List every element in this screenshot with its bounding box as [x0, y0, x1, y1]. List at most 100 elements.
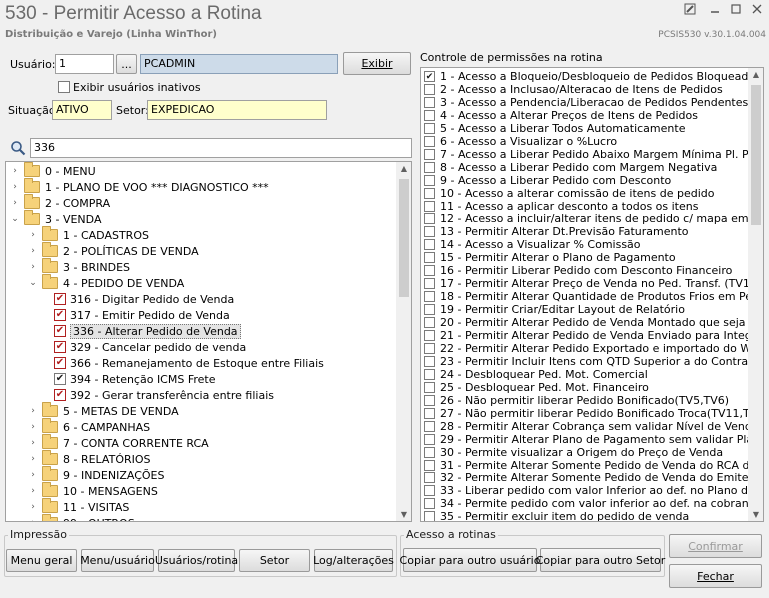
- tree-item[interactable]: ⌄ 4 - PEDIDO DE VENDA: [28, 274, 184, 291]
- permission-item[interactable]: 22 - Permitir Alterar Pedido Exportado e…: [424, 342, 763, 355]
- permission-item[interactable]: 10 - Acesso a alterar comissão de itens …: [424, 187, 715, 200]
- routine-checkbox[interactable]: ✔: [54, 293, 66, 305]
- tree-item[interactable]: › 2 - POLÍTICAS DE VENDA: [28, 242, 199, 259]
- tree-scrollbar[interactable]: ▲ ▼: [396, 162, 411, 521]
- permission-checkbox[interactable]: [424, 433, 435, 445]
- chevron-right-icon[interactable]: ›: [28, 502, 38, 512]
- log-alteracoes-button[interactable]: Log/alterações: [313, 549, 394, 572]
- permission-item[interactable]: 14 - Acesso a Visualizar % Comissão: [424, 238, 641, 251]
- permission-item[interactable]: 35 - Permitir excluir item do pedido de …: [424, 510, 689, 521]
- permission-checkbox[interactable]: [424, 291, 435, 303]
- permission-item[interactable]: 12 - Acesso a incluir/alterar itens de p…: [424, 212, 763, 225]
- permission-item[interactable]: 11 - Acesso a aplicar desconto a todos o…: [424, 200, 698, 213]
- routine-checkbox[interactable]: ✔: [54, 325, 66, 337]
- permission-item[interactable]: 32 - Permite Alterar Somente Pedido de V…: [424, 471, 763, 484]
- permission-item[interactable]: 8 - Acesso a Liberar Pedido com Margem N…: [424, 161, 717, 174]
- chevron-right-icon[interactable]: ›: [28, 406, 38, 416]
- permission-item[interactable]: 27 - Não permitir liberar Pedido Bonific…: [424, 407, 763, 420]
- routine-checkbox[interactable]: ✔: [54, 373, 66, 385]
- chevron-right-icon[interactable]: ›: [10, 166, 20, 176]
- permission-item[interactable]: 24 - Desbloquear Ped. Mot. Comercial: [424, 368, 648, 381]
- permission-checkbox[interactable]: [424, 148, 435, 160]
- permission-item[interactable]: 34 - Permite pedido com valor inferior a…: [424, 497, 761, 510]
- usuario-code-input[interactable]: 1: [55, 54, 114, 74]
- permission-checkbox[interactable]: [424, 381, 435, 393]
- permission-item[interactable]: 4 - Acesso a Alterar Preços de Itens de …: [424, 109, 698, 122]
- permission-item[interactable]: 21 - Permitir Alterar Pedido de Venda En…: [424, 329, 763, 342]
- permission-item[interactable]: 26 - Não permitir liberar Pedido Bonific…: [424, 394, 729, 407]
- menu-usuario-button[interactable]: Menu/usuário: [80, 549, 155, 572]
- routine-checkbox[interactable]: ✔: [54, 389, 66, 401]
- fechar-button[interactable]: Fechar: [669, 564, 762, 588]
- tree-item[interactable]: › 11 - VISITAS: [28, 498, 129, 515]
- permissions-list[interactable]: ✔ 1 - Acesso a Bloqueio/Desbloqueio de Pe…: [420, 67, 764, 522]
- scroll-down-icon[interactable]: ▼: [396, 510, 411, 519]
- chevron-right-icon[interactable]: ›: [28, 518, 38, 521]
- permission-item[interactable]: 13 - Permitir Alterar Dt.Previsão Fatura…: [424, 225, 689, 238]
- routine-checkbox[interactable]: ✔: [54, 309, 66, 321]
- menu-geral-button[interactable]: Menu geral: [6, 549, 77, 572]
- permission-item[interactable]: 15 - Permitir Alterar o Plano de Pagamen…: [424, 251, 676, 264]
- chevron-right-icon[interactable]: ›: [28, 454, 38, 464]
- permission-checkbox[interactable]: [424, 459, 435, 471]
- permission-checkbox[interactable]: [424, 485, 435, 497]
- search-input[interactable]: 336: [30, 138, 412, 158]
- tree-item[interactable]: › 7 - CONTA CORRENTE RCA: [28, 434, 209, 451]
- permission-item[interactable]: 30 - Permite visualizar a Origem do Preç…: [424, 446, 723, 459]
- permission-checkbox[interactable]: [424, 252, 435, 264]
- permission-checkbox[interactable]: [424, 420, 435, 432]
- chevron-right-icon[interactable]: ›: [28, 246, 38, 256]
- permission-checkbox[interactable]: [424, 135, 435, 147]
- setor-button[interactable]: Setor: [239, 549, 310, 572]
- tree-item[interactable]: ✔ 336 - Alterar Pedido de Venda: [46, 323, 241, 339]
- permission-item[interactable]: 9 - Acesso a Liberar Pedido com Desconto: [424, 174, 671, 187]
- tree-item[interactable]: ✔ 392 - Gerar transferência entre filiais: [46, 387, 274, 403]
- permission-checkbox[interactable]: [424, 200, 435, 212]
- chevron-right-icon[interactable]: ›: [28, 422, 38, 432]
- confirmar-button[interactable]: Confirmar: [669, 534, 762, 558]
- permission-checkbox[interactable]: [424, 446, 435, 458]
- permission-checkbox[interactable]: [424, 394, 435, 406]
- permission-checkbox[interactable]: [424, 96, 435, 108]
- scroll-down-icon[interactable]: ▼: [748, 510, 763, 519]
- permission-item[interactable]: 29 - Permitir Alterar Plano de Pagamento…: [424, 433, 763, 446]
- permission-checkbox[interactable]: [424, 498, 435, 510]
- permission-item[interactable]: 17 - Permitir Alterar Preço de Venda no …: [424, 277, 761, 290]
- chevron-right-icon[interactable]: ›: [10, 198, 20, 208]
- tree-item[interactable]: › 8 - RELATÓRIOS: [28, 450, 151, 467]
- permission-checkbox[interactable]: [424, 83, 435, 95]
- exibir-inativos-checkbox[interactable]: [58, 81, 70, 93]
- permission-checkbox[interactable]: [424, 161, 435, 173]
- tree-item[interactable]: › 0 - MENU: [10, 162, 96, 179]
- permission-checkbox[interactable]: [424, 239, 435, 251]
- close-icon[interactable]: [746, 3, 768, 21]
- browse-user-button[interactable]: ...: [116, 54, 137, 74]
- permission-item[interactable]: ✔ 1 - Acesso a Bloqueio/Desbloqueio de Pe…: [424, 70, 761, 83]
- tree-item[interactable]: › 9 - INDENIZAÇÕES: [28, 466, 164, 483]
- chevron-right-icon[interactable]: ›: [28, 230, 38, 240]
- tree-item[interactable]: › 1 - CADASTROS: [28, 226, 149, 243]
- permission-item[interactable]: 25 - Desbloquear Ped. Mot. Financeiro: [424, 381, 649, 394]
- permission-checkbox[interactable]: ✔: [424, 71, 435, 82]
- chevron-right-icon[interactable]: ›: [28, 470, 38, 480]
- permission-item[interactable]: 18 - Permitir Alterar Quantidade de Prod…: [424, 290, 763, 303]
- routine-checkbox[interactable]: ✔: [54, 341, 66, 353]
- permission-item[interactable]: 19 - Permitir Criar/Editar Layout de Rel…: [424, 303, 685, 316]
- tree-item[interactable]: ✔ 316 - Digitar Pedido de Venda: [46, 291, 234, 307]
- copiar-setor-button[interactable]: Copiar para outro Setor: [536, 548, 665, 572]
- permission-item[interactable]: 6 - Acesso a Visualizar o %Lucro: [424, 135, 617, 148]
- permission-item[interactable]: 5 - Acesso a Liberar Todos Automaticamen…: [424, 122, 685, 135]
- chevron-down-icon[interactable]: ⌄: [28, 278, 38, 288]
- tree-item[interactable]: › 99 - OUTROS: [28, 514, 135, 521]
- usuarios-rotina-button[interactable]: Usuários/rotina: [155, 549, 238, 572]
- tree-item[interactable]: › 5 - METAS DE VENDA: [28, 402, 179, 419]
- permission-checkbox[interactable]: [424, 265, 435, 277]
- tree-item[interactable]: › 10 - MENSAGENS: [28, 482, 158, 499]
- chevron-down-icon[interactable]: ⌄: [10, 214, 20, 224]
- permission-checkbox[interactable]: [424, 278, 435, 290]
- permission-checkbox[interactable]: [424, 213, 435, 225]
- tree-item[interactable]: › 2 - COMPRA: [10, 194, 110, 211]
- permission-checkbox[interactable]: [424, 330, 435, 341]
- scroll-up-icon[interactable]: ▲: [748, 70, 763, 79]
- permission-item[interactable]: 33 - Liberar pedido com valor Inferior a…: [424, 484, 763, 497]
